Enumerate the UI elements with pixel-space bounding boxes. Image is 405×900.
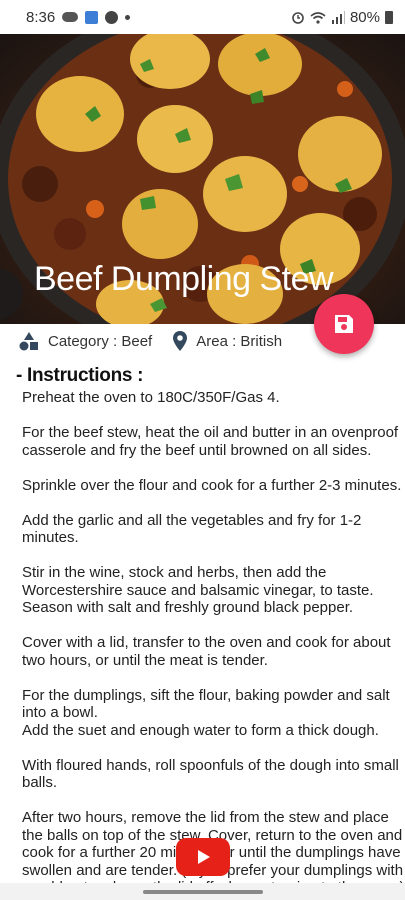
calendar-icon xyxy=(85,10,99,24)
battery-percent: 80% xyxy=(349,8,380,26)
recipe-title: Beef Dumpling Stew xyxy=(34,260,334,298)
category-label: Category : Beef xyxy=(48,332,153,350)
area-info: Area : British xyxy=(172,330,282,352)
instruction-paragraph: Stir in the wine, stock and herbs, then … xyxy=(22,564,374,616)
instruction-paragraph: Sprinkle over the flour and cook for a f… xyxy=(22,476,402,494)
home-gesture-bar[interactable] xyxy=(143,890,263,894)
save-button[interactable] xyxy=(314,294,374,354)
cloud-icon xyxy=(62,12,79,22)
system-nav-bar xyxy=(0,883,405,900)
instruction-paragraph: Add the suet and enough water to form a … xyxy=(22,721,379,739)
battery-icon xyxy=(385,10,393,24)
instructions-text: Preheat the oven to 180C/350F/Gas 4. For… xyxy=(22,389,405,900)
notification-dot-icon xyxy=(125,14,131,20)
facebook-icon xyxy=(105,10,119,24)
status-left: 8:36 xyxy=(26,8,131,26)
floppy-disk-icon xyxy=(335,315,353,333)
recipe-meta-row: Category : Beef Area : British xyxy=(18,328,302,354)
instructions-heading: - Instructions : xyxy=(16,365,144,386)
youtube-button[interactable] xyxy=(176,838,230,876)
instruction-paragraph: For the beef stew, heat the oil and butt… xyxy=(22,424,399,459)
status-bar: 8:36 80% xyxy=(0,0,405,34)
shapes-icon xyxy=(19,332,38,351)
instruction-paragraph: Cover with a lid, transfer to the oven a… xyxy=(22,634,391,669)
instruction-paragraph: With floured hands, roll spoonfuls of th… xyxy=(22,756,399,792)
recipe-hero-image: Beef Dumpling Stew xyxy=(0,34,405,324)
area-label: Area : British xyxy=(196,332,283,350)
instruction-paragraph: For the dumplings, sift the flour, bakin… xyxy=(22,686,390,722)
status-time: 8:36 xyxy=(26,8,56,26)
instruction-paragraph: Preheat the oven to 180C/350F/Gas 4. xyxy=(22,389,280,406)
instruction-paragraph: Add the garlic and all the vegetables an… xyxy=(22,511,362,547)
status-right: 80% xyxy=(291,9,393,26)
alarm-icon xyxy=(292,12,304,24)
location-pin-icon xyxy=(173,331,188,351)
category-info: Category : Beef xyxy=(18,331,152,351)
signal-icon xyxy=(331,10,345,24)
wifi-icon xyxy=(310,11,326,24)
youtube-play-icon xyxy=(198,850,210,864)
